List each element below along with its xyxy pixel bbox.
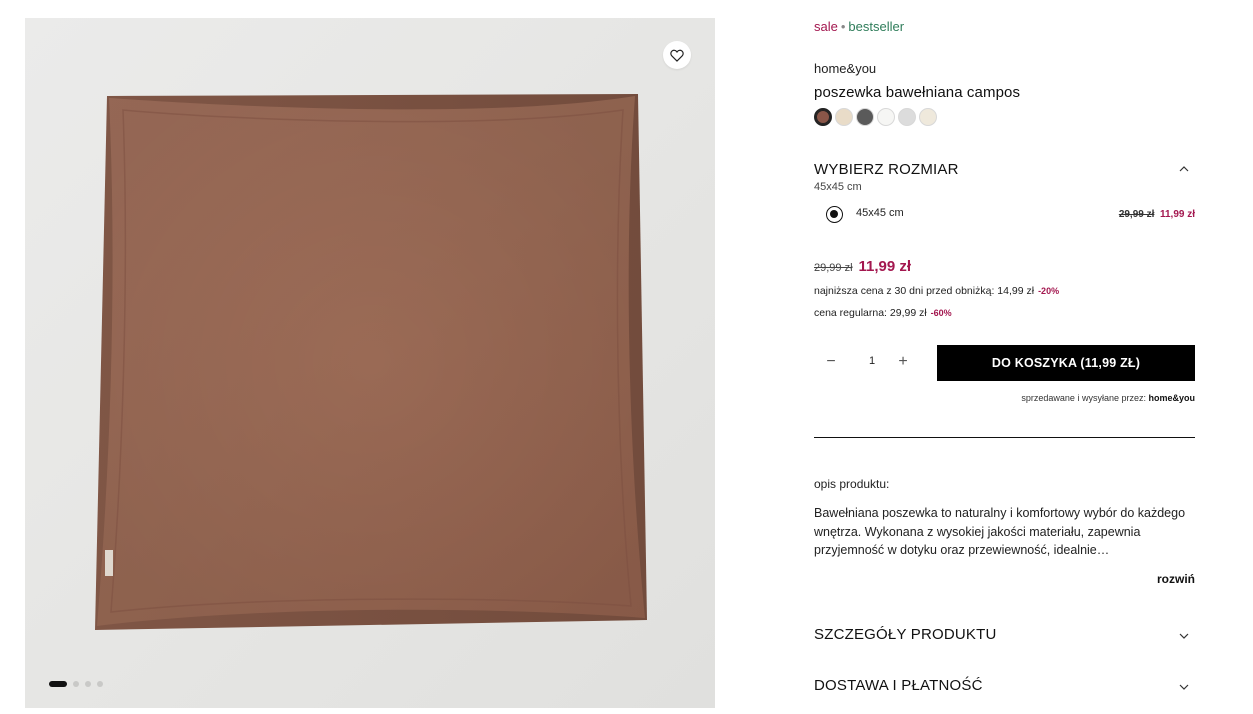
favorite-button[interactable] (663, 41, 691, 69)
price-block: 29,99 zł 11,99 zł (814, 258, 911, 275)
gallery-dot[interactable] (73, 681, 79, 687)
decrease-quantity-button[interactable]: − (822, 352, 840, 372)
size-option-price: 29,99 zł 11,99 zł (1119, 209, 1195, 220)
chevron-up-icon (1179, 163, 1189, 175)
lowest-price-discount: -20% (1038, 286, 1060, 296)
chevron-down-icon (1179, 630, 1189, 642)
size-option-label: 45x45 cm (856, 207, 904, 219)
product-details-accordion[interactable]: SZCZEGÓŁY PRODUKTU (814, 626, 1195, 650)
regular-price-info: cena regularna: 29,99 zł -60% (814, 307, 952, 319)
size-heading: WYBIERZ ROZMIAR (814, 161, 959, 178)
add-to-cart-button[interactable]: DO KOSZYKA (11,99 ZŁ) (937, 345, 1195, 381)
color-swatch[interactable] (814, 108, 832, 126)
expand-description-link[interactable]: rozwiń (1157, 572, 1195, 586)
lowest-price-info: najniższa cena z 30 dni przed obniżką: 1… (814, 285, 1059, 297)
description-heading: opis produktu: (814, 477, 890, 491)
gallery-pagination (49, 681, 103, 687)
product-details-label: SZCZEGÓŁY PRODUKTU (814, 626, 997, 643)
heart-outline-icon (670, 49, 684, 62)
color-swatch[interactable] (898, 108, 916, 126)
tag-separator: • (840, 19, 846, 34)
section-divider (814, 437, 1195, 438)
gallery-dot[interactable] (97, 681, 103, 687)
gallery-dot[interactable] (85, 681, 91, 687)
color-swatch[interactable] (856, 108, 874, 126)
shipping-payment-label: DOSTAWA I PŁATNOŚĆ (814, 677, 983, 694)
product-tags: sale • bestseller (814, 19, 904, 34)
brand-name[interactable]: home&you (814, 61, 876, 76)
seller-name[interactable]: home&you (1148, 393, 1195, 403)
seller-info: sprzedawane i wysyłane przez: home&you (1021, 393, 1195, 403)
gallery-dot[interactable] (49, 681, 67, 687)
product-gallery[interactable] (25, 18, 715, 708)
current-price: 11,99 zł (858, 258, 912, 275)
color-swatches (814, 108, 937, 126)
increase-quantity-button[interactable]: + (894, 352, 912, 372)
description-text: Bawełniana poszewka to naturalny i komfo… (814, 506, 1186, 557)
selected-size: 45x45 cm (814, 181, 862, 193)
radio-selected-icon[interactable] (826, 206, 843, 223)
old-price: 29,99 zł (814, 262, 853, 274)
size-option[interactable]: 45x45 cm 29,99 zł 11,99 zł (826, 204, 1195, 226)
product-title: poszewka bawełniana campos (814, 84, 1021, 101)
product-panel: sale • bestseller home&you poszewka bawełn… (814, 0, 1195, 714)
size-section-toggle[interactable]: WYBIERZ ROZMIAR (814, 161, 1195, 181)
bestseller-tag[interactable]: bestseller (848, 19, 904, 34)
regular-price-discount: -60% (930, 308, 952, 318)
quantity-value[interactable]: 1 (862, 355, 882, 367)
quantity-stepper: − 1 + (822, 352, 922, 374)
chevron-down-icon (1179, 681, 1189, 693)
size-old-price: 29,99 zł (1118, 209, 1155, 220)
shipping-payment-accordion[interactable]: DOSTAWA I PŁATNOŚĆ (814, 677, 1195, 701)
color-swatch[interactable] (835, 108, 853, 126)
regular-price-label: cena regularna: 29,99 zł (814, 307, 927, 319)
size-new-price: 11,99 zł (1159, 209, 1195, 220)
lowest-price-label: najniższa cena z 30 dni przed obniżką: 1… (814, 285, 1035, 297)
color-swatch[interactable] (919, 108, 937, 126)
color-swatch[interactable] (877, 108, 895, 126)
sale-tag[interactable]: sale (814, 19, 838, 34)
product-image (95, 94, 647, 630)
seller-prefix: sprzedawane i wysyłane przez: (1021, 393, 1146, 403)
